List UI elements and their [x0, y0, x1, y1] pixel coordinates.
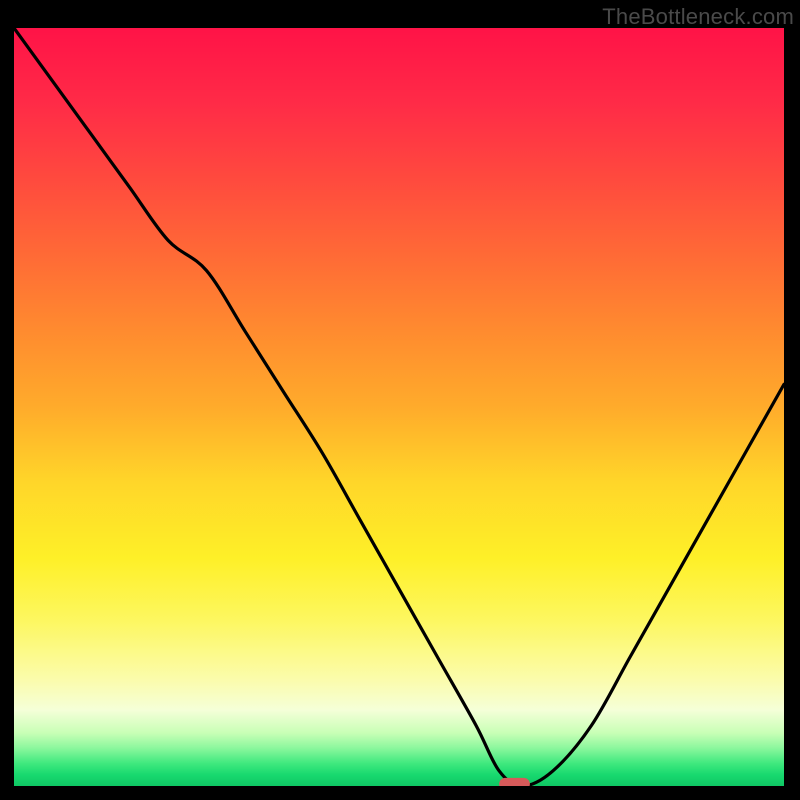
- plot-area: [14, 28, 784, 786]
- min-point-marker: [499, 778, 530, 786]
- chart-frame: TheBottleneck.com: [0, 0, 800, 800]
- curve-layer: [14, 28, 784, 786]
- watermark-text: TheBottleneck.com: [602, 4, 794, 30]
- bottleneck-curve: [14, 28, 784, 786]
